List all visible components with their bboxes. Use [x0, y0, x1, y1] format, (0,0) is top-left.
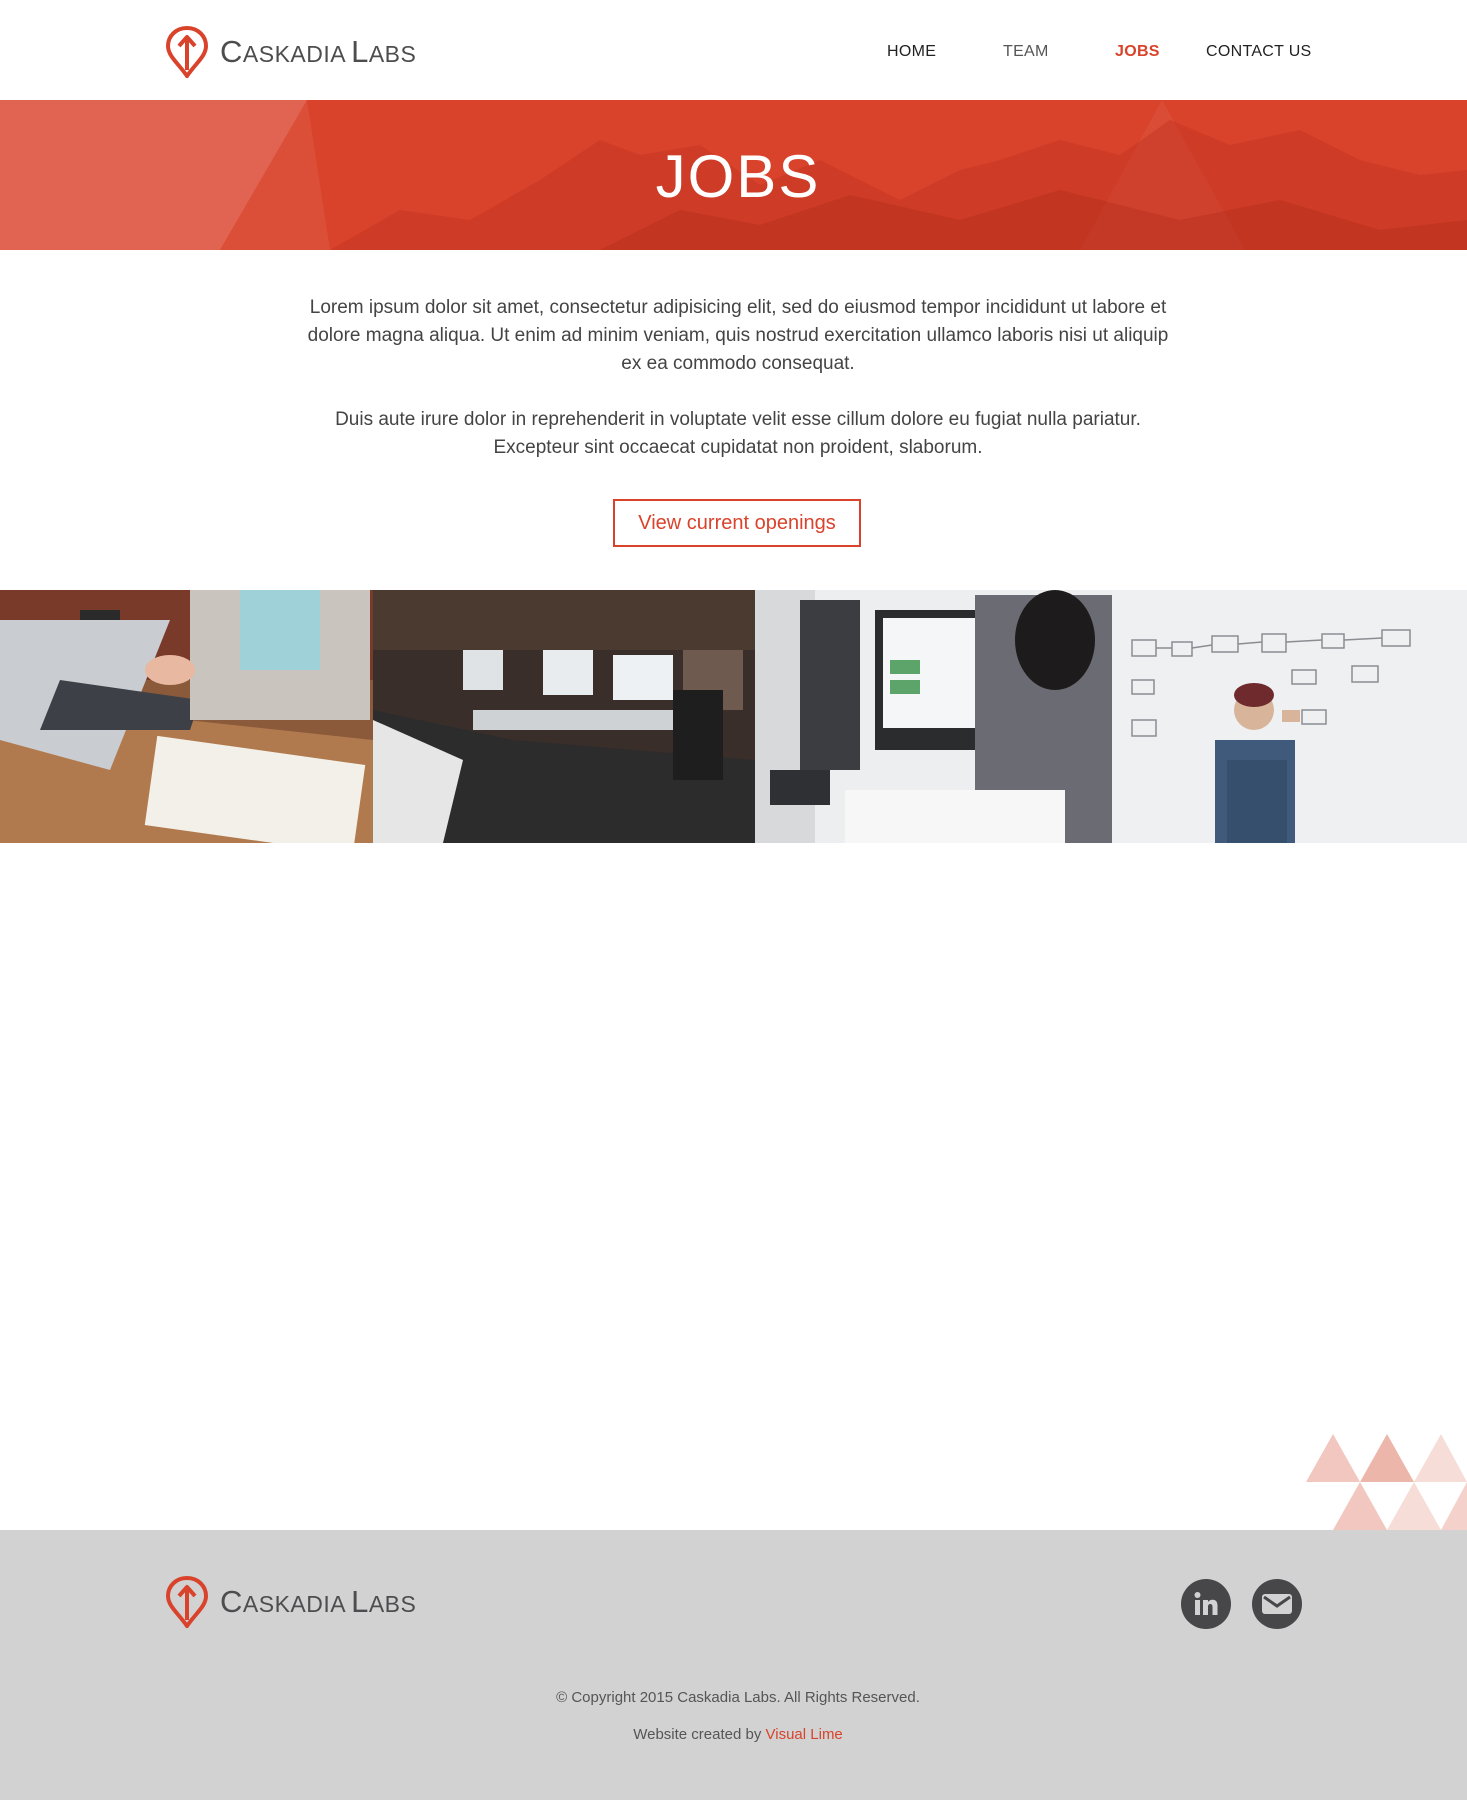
nav-item-team[interactable]: TEAM — [1003, 43, 1049, 61]
site-header: CASKADIA LABS HOME TEAM JOBS CONTACT US — [0, 0, 1467, 100]
copyright-text: © Copyright 2015 Caskadia Labs. All Righ… — [556, 1689, 920, 1706]
open-office-photo — [373, 590, 755, 843]
visual-lime-link[interactable]: Visual Lime — [766, 1726, 843, 1743]
brand-wordmark: CASKADIA LABS — [220, 1584, 417, 1619]
site-footer — [0, 1530, 1467, 1800]
nav-item-contact-us[interactable]: CONTACT US — [1206, 43, 1312, 61]
intro-text: Lorem ipsum dolor sit amet, consectetur … — [300, 294, 1176, 378]
intro-paragraph-2: Duis aute irure dolor in reprehenderit i… — [335, 409, 1141, 458]
main-nav: HOME TEAM JOBS CONTACT US — [0, 43, 1467, 67]
hero-banner: JOBS — [0, 100, 1467, 250]
intro-paragraph-1: Lorem ipsum dolor sit amet, consectetur … — [307, 297, 1169, 374]
email-button[interactable] — [1252, 1579, 1302, 1629]
laptop-desk-photo — [0, 590, 373, 843]
monitor-workstation-photo — [755, 590, 1112, 843]
linkedin-button[interactable] — [1181, 1579, 1231, 1629]
mail-icon — [1262, 1594, 1292, 1614]
site-credit: Website created by Visual Lime — [0, 1726, 1467, 1743]
map-pin-arrow-icon — [166, 1576, 208, 1628]
footer-logo[interactable]: CASKADIA LABS — [166, 1576, 416, 1628]
nav-item-home[interactable]: HOME — [887, 43, 936, 61]
view-openings-button[interactable]: View current openings — [613, 499, 861, 547]
credit-prefix: Website created by — [633, 1726, 766, 1743]
page-title: JOBS — [655, 143, 821, 210]
intro-text-2: Duis aute irure dolor in reprehenderit i… — [320, 406, 1156, 462]
nav-item-jobs[interactable]: JOBS — [1115, 43, 1160, 61]
linkedin-icon — [1194, 1592, 1218, 1615]
whiteboard-flowchart-photo — [1112, 590, 1467, 843]
